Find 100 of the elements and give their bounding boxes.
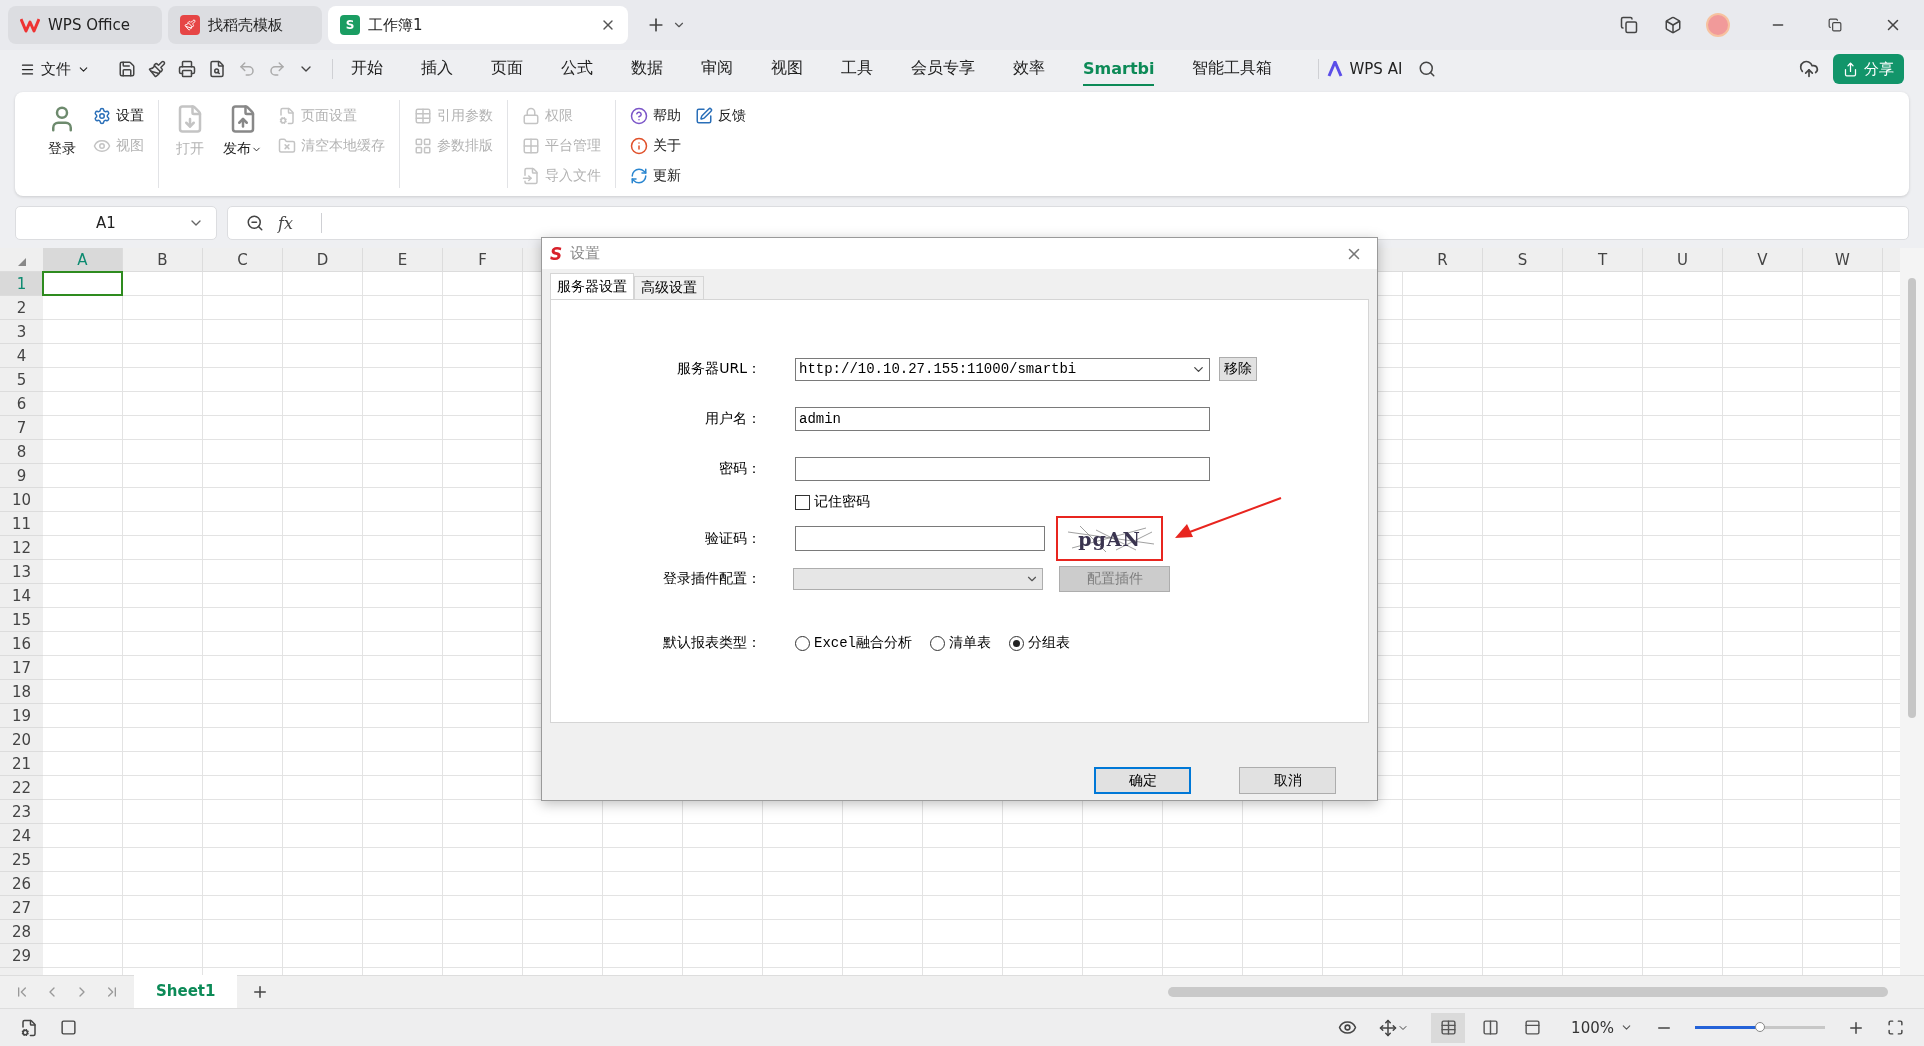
column-header[interactable]: E [363, 248, 443, 271]
zoom-level[interactable]: 100% [1571, 1018, 1614, 1037]
row-header[interactable]: 9 [0, 464, 43, 488]
menu-tab[interactable]: 工具 [841, 51, 873, 87]
fullscreen-icon[interactable] [1887, 1019, 1904, 1036]
row-header[interactable]: 28 [0, 920, 43, 944]
brush-icon[interactable] [148, 60, 166, 78]
row-header[interactable]: 23 [0, 800, 43, 824]
url-dropdown[interactable]: http://10.10.27.155:11000/smartbi [795, 357, 1210, 381]
report-type-radio[interactable]: 分组表 [1009, 634, 1070, 652]
row-header[interactable]: 2 [0, 296, 43, 320]
row-header[interactable]: 26 [0, 872, 43, 896]
row-header[interactable]: 5 [0, 368, 43, 392]
dialog-tab[interactable]: 高级设置 [634, 276, 704, 299]
row-header[interactable]: 22 [0, 776, 43, 800]
column-header[interactable]: W [1803, 248, 1883, 271]
function-label[interactable]: fx [278, 213, 293, 233]
menu-tab[interactable]: 插入 [421, 51, 453, 87]
menu-tab[interactable]: 页面 [491, 51, 523, 87]
column-header[interactable]: B [123, 248, 203, 271]
menu-tab[interactable]: 视图 [771, 51, 803, 87]
report-type-radio[interactable]: 清单表 [930, 634, 991, 652]
menu-tab[interactable]: 会员专享 [911, 51, 975, 87]
column-header[interactable]: F [443, 248, 523, 271]
menu-tab[interactable]: 审阅 [701, 51, 733, 87]
row-header[interactable]: 20 [0, 728, 43, 752]
username-field[interactable]: admin [795, 407, 1210, 431]
select-all-icon[interactable] [17, 258, 26, 266]
row-header[interactable]: 14 [0, 584, 43, 608]
row-header[interactable]: 4 [0, 344, 43, 368]
radio-button[interactable] [795, 635, 810, 651]
column-header[interactable]: C [203, 248, 283, 271]
row-header[interactable]: 18 [0, 680, 43, 704]
menu-tab[interactable]: Smartbi [1083, 52, 1155, 86]
ribbon-button[interactable]: 设置 [93, 104, 144, 128]
zoom-slider-thumb[interactable] [1755, 1022, 1765, 1032]
menu-tab[interactable]: 公式 [561, 51, 593, 87]
row-header[interactable]: 17 [0, 656, 43, 680]
ribbon-button[interactable]: 登录 [45, 100, 79, 188]
radio-button[interactable] [1009, 635, 1024, 651]
menu-tab[interactable]: 数据 [631, 51, 663, 87]
document-tab[interactable]: S 工作簿1 [328, 6, 628, 44]
row-header[interactable]: 24 [0, 824, 43, 848]
cube-icon[interactable] [1664, 16, 1682, 34]
ribbon-button[interactable]: 发布 [221, 100, 264, 188]
print-icon[interactable] [178, 60, 196, 78]
report-type-radio[interactable]: Excel融合分析 [795, 634, 912, 652]
column-header[interactable]: R [1403, 248, 1483, 271]
row-header[interactable]: 29 [0, 944, 43, 968]
scrollbar-thumb[interactable] [1908, 278, 1916, 718]
sheet-tab[interactable]: Sheet1 [134, 974, 238, 1008]
document-tab[interactable]: WPS Office [8, 6, 162, 44]
row-header[interactable]: 6 [0, 392, 43, 416]
row-header[interactable]: 10 [0, 488, 43, 512]
move-icon[interactable] [1379, 1018, 1410, 1037]
dialog-tab[interactable]: 服务器设置 [550, 273, 634, 299]
row-header[interactable]: 27 [0, 896, 43, 920]
print-preview-icon[interactable] [208, 60, 226, 78]
row-header[interactable]: 13 [0, 560, 43, 584]
row-header[interactable]: 7 [0, 416, 43, 440]
row-header[interactable]: 3 [0, 320, 43, 344]
row-header[interactable]: 19 [0, 704, 43, 728]
checkbox[interactable] [795, 494, 810, 510]
ribbon-button[interactable]: 帮助 [630, 104, 681, 128]
column-header[interactable]: T [1563, 248, 1643, 271]
column-header[interactable]: U [1643, 248, 1723, 271]
row-header[interactable]: 12 [0, 536, 43, 560]
row-header[interactable]: 8 [0, 440, 43, 464]
formula-field[interactable]: fx [227, 206, 1909, 240]
view-mode-button[interactable] [1431, 1012, 1466, 1043]
column-header[interactable]: V [1723, 248, 1803, 271]
column-header[interactable]: S [1483, 248, 1563, 271]
selected-cell[interactable] [42, 271, 123, 296]
menu-tab[interactable]: 效率 [1013, 51, 1045, 87]
restore-icon[interactable] [1828, 18, 1842, 32]
macro-icon[interactable] [20, 1018, 38, 1037]
row-header[interactable]: 21 [0, 752, 43, 776]
search-icon[interactable] [1418, 60, 1437, 78]
radio-button[interactable] [930, 635, 945, 651]
ribbon-button[interactable]: 反馈 [695, 104, 746, 128]
row-header[interactable]: 25 [0, 848, 43, 872]
ai-button[interactable]: WPS AI [1327, 60, 1403, 78]
remember-password-checkbox[interactable]: 记住密码 [795, 493, 1368, 511]
dialog-button[interactable]: 取消 [1239, 767, 1336, 794]
column-header[interactable]: D [283, 248, 363, 271]
eye-icon[interactable] [1338, 1018, 1358, 1037]
zoom-out-icon[interactable] [246, 214, 264, 232]
file-menu[interactable]: 文件 [20, 59, 90, 79]
captcha-image[interactable]: pgAN [1056, 516, 1163, 561]
dialog-button[interactable]: 确定 [1094, 767, 1191, 794]
ribbon-button[interactable]: 关于 [630, 134, 681, 158]
row-header[interactable]: 16 [0, 632, 43, 656]
ribbon-button[interactable]: 更新 [630, 164, 681, 188]
window-icon[interactable] [1620, 16, 1638, 34]
name-box[interactable]: A1 [15, 206, 217, 240]
document-tab[interactable]: 找稻壳模板 [168, 6, 322, 44]
row-header[interactable]: 11 [0, 512, 43, 536]
share-button[interactable]: 分享 [1833, 54, 1904, 84]
scrollbar-thumb[interactable] [1168, 987, 1889, 997]
menu-tab[interactable]: 开始 [351, 51, 383, 87]
